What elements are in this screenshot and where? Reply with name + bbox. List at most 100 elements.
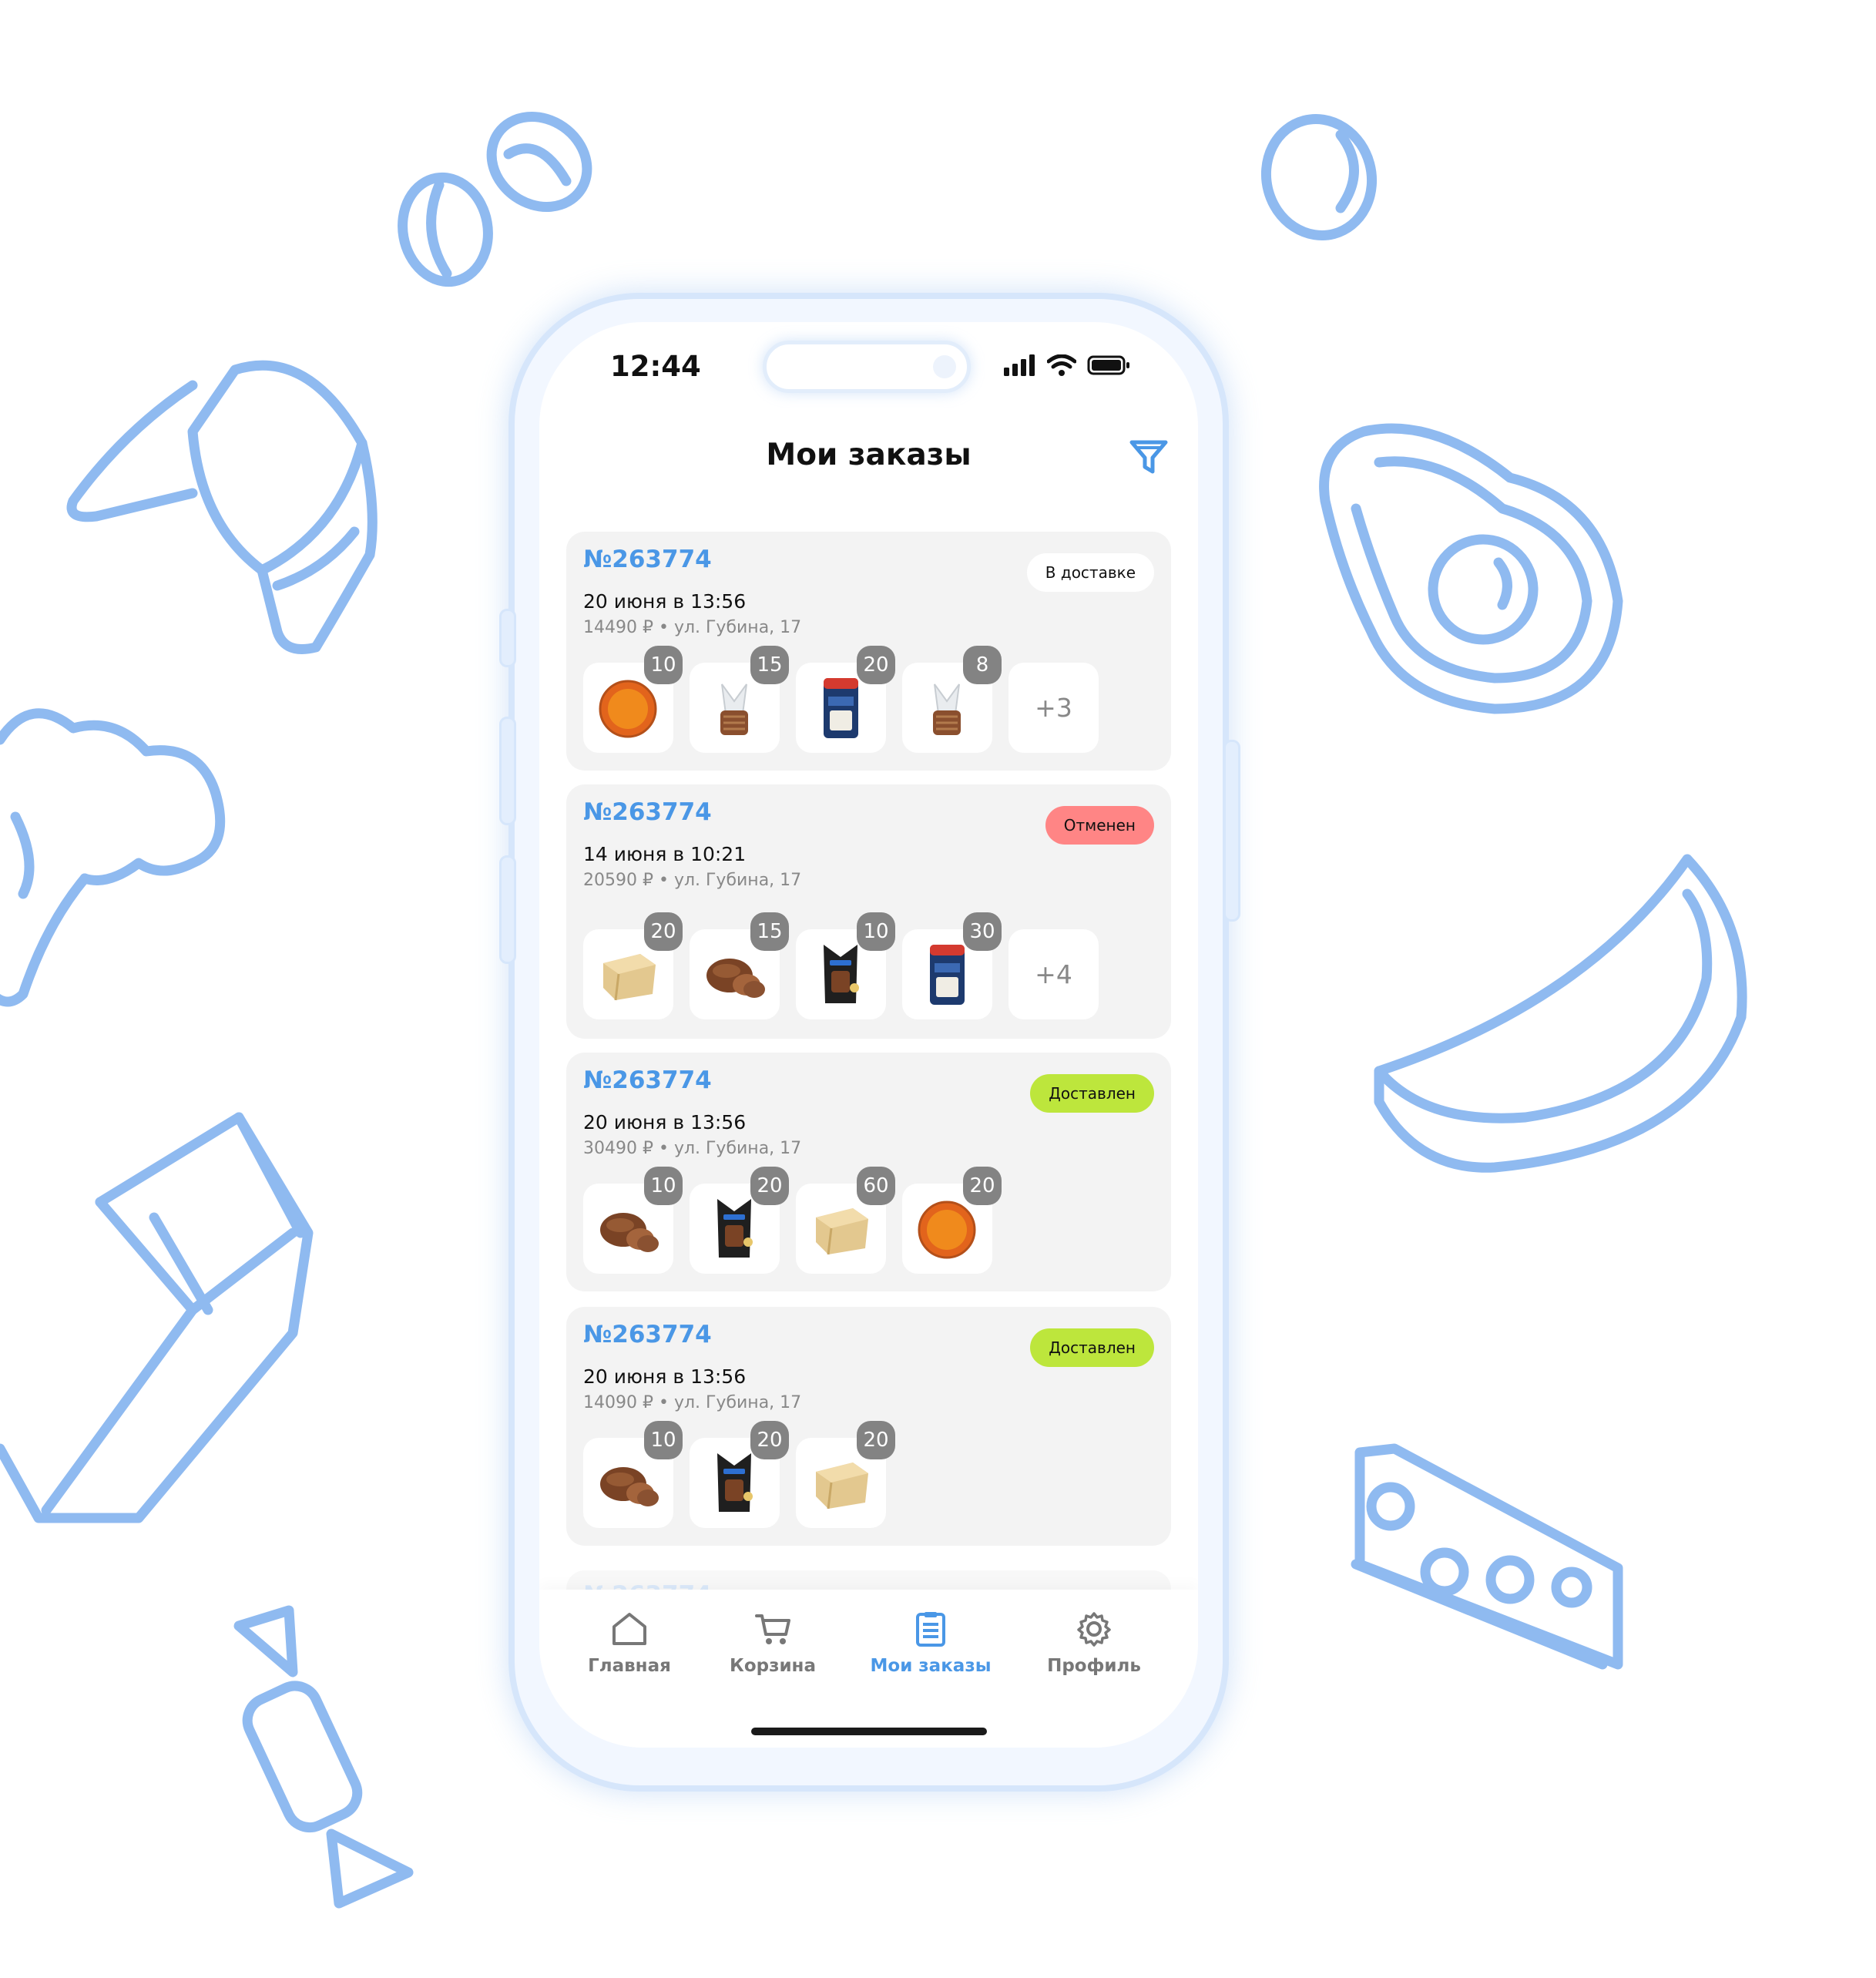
product-thumbnail[interactable]: 20 [690,1167,789,1274]
product-thumbnail[interactable]: 60 [796,1167,895,1274]
product-thumbnail[interactable]: 10 [583,646,683,753]
order-card[interactable]: №263774 20 июня в 13:56 30490 ₽ • ул. Гу… [566,1053,1171,1291]
cheese-icon [1351,1443,1623,1670]
signal-icon [1004,354,1035,376]
quantity-badge: 10 [644,1167,683,1205]
product-thumbnail[interactable]: 20 [583,912,683,1019]
cheesecake-image [599,680,657,738]
status-icons [1004,354,1130,376]
quantity-badge: 20 [644,912,683,951]
order-card[interactable]: №263774 14 июня в 10:21 20590 ₽ • ул. Гу… [566,784,1171,1039]
app-screen: 12:44 Мои заказы №263774 20 июня в 13:56… [539,322,1198,1748]
light-bread-image [816,1208,868,1255]
tab-cart[interactable]: Корзина [700,1611,846,1676]
island-camera-dot [933,355,956,378]
product-thumbnail[interactable]: 20 [902,1167,1002,1274]
more-products-button[interactable]: +3 [1008,663,1099,753]
order-date: 14 июня в 10:21 [583,843,747,865]
melon-slice-icon [1374,854,1747,1173]
order-date: 20 июня в 13:56 [583,590,747,613]
tab-my-orders-label: Мои заказы [870,1656,992,1676]
dark-bread-image [706,959,765,998]
rice-pack-image [824,678,858,738]
order-number: №263774 [583,1321,712,1348]
quantity-badge: 60 [857,1167,895,1205]
quantity-badge: 15 [750,912,789,951]
product-thumbnail[interactable]: 10 [796,912,895,1019]
filter-icon [1129,440,1168,474]
quantity-badge: 15 [750,646,789,684]
more-products-button[interactable]: +4 [1008,929,1099,1019]
quantity-badge: 20 [750,1421,789,1459]
gear-icon [1077,1612,1111,1647]
status-badge: В доставке [1026,553,1154,592]
clipboard-icon [916,1612,945,1647]
tab-profile-label: Профиль [1047,1656,1141,1676]
order-date: 20 июня в 13:56 [583,1111,747,1133]
filter-button[interactable] [1129,438,1169,478]
dark-bread-image [600,1213,659,1252]
product-thumbnail[interactable]: 20 [796,646,895,753]
milk-carton-icon [0,1112,314,1523]
quantity-badge: 20 [963,1167,1002,1205]
quantity-badge: 30 [963,912,1002,951]
status-badge: Доставлен [1030,1328,1154,1367]
phone-volume-down-button [499,855,516,964]
quantity-badge: 20 [857,1421,895,1459]
status-time: 12:44 [610,350,701,383]
coffee-beans-icon [398,112,592,287]
wifi-icon [1047,354,1076,376]
avocado-icon [1319,423,1623,714]
product-thumbnail[interactable]: 15 [690,912,789,1019]
order-number: №263774 [583,546,712,573]
product-thumbnail[interactable]: 20 [690,1421,789,1528]
status-badge: Отменен [1045,806,1154,845]
quantity-badge: 20 [857,646,895,684]
order-price-address: 14490 ₽ • ул. Губина, 17 [583,618,802,637]
egg-icon [1260,114,1378,240]
order-number: №263774 [583,798,712,826]
order-price-address: 14090 ₽ • ул. Губина, 17 [583,1393,802,1412]
light-bread-image [603,954,656,1001]
tab-cart-label: Корзина [730,1656,816,1676]
quantity-badge: 10 [644,646,683,684]
quantity-badge: 20 [750,1167,789,1205]
product-thumbnail[interactable]: 8 [902,646,1002,753]
product-thumbnail[interactable]: 10 [583,1421,683,1528]
home-indicator [751,1728,987,1735]
rice-pack-image [930,945,965,1005]
battery-icon [1087,355,1129,375]
phone-volume-up-button [499,717,516,825]
quantity-badge: 10 [857,912,895,951]
phone-power-button [1223,740,1240,922]
dark-bread-image [600,1467,659,1506]
order-price-address: 30490 ₽ • ул. Губина, 17 [583,1139,802,1158]
bottom-tab-bar: Главная Корзина Мои заказы Профиль [539,1590,1198,1748]
product-thumbnail[interactable]: 15 [690,646,789,753]
tab-home-label: Главная [588,1656,671,1676]
phone-action-button [499,609,516,667]
product-thumbnail[interactable]: 10 [583,1167,683,1274]
order-number: №263774 [583,1066,712,1094]
order-date: 20 июня в 13:56 [583,1365,747,1388]
quantity-badge: 10 [644,1421,683,1459]
croissant-icon [66,360,378,654]
cart-icon [755,1614,790,1644]
status-badge: Доставлен [1030,1074,1154,1113]
product-thumbnail[interactable]: 20 [796,1421,895,1528]
quantity-badge: 8 [963,646,1002,684]
light-bread-image [816,1463,868,1510]
dynamic-island [763,341,971,393]
tab-profile[interactable]: Профиль [1021,1611,1167,1676]
tab-my-orders[interactable]: Мои заказы [857,1611,1004,1676]
order-card[interactable]: №263774 20 июня в 13:56 14090 ₽ • ул. Гу… [566,1307,1171,1546]
broccoli-icon [0,708,226,1007]
home-icon [612,1613,646,1645]
product-thumbnail[interactable]: 30 [902,912,1002,1019]
black-pack-image [717,1453,753,1512]
candy-icon [233,1605,414,1909]
bread-bag-image [720,683,748,735]
order-card[interactable]: №263774 20 июня в 13:56 14490 ₽ • ул. Гу… [566,532,1171,771]
tab-home[interactable]: Главная [556,1611,703,1676]
black-pack-image [717,1199,753,1258]
